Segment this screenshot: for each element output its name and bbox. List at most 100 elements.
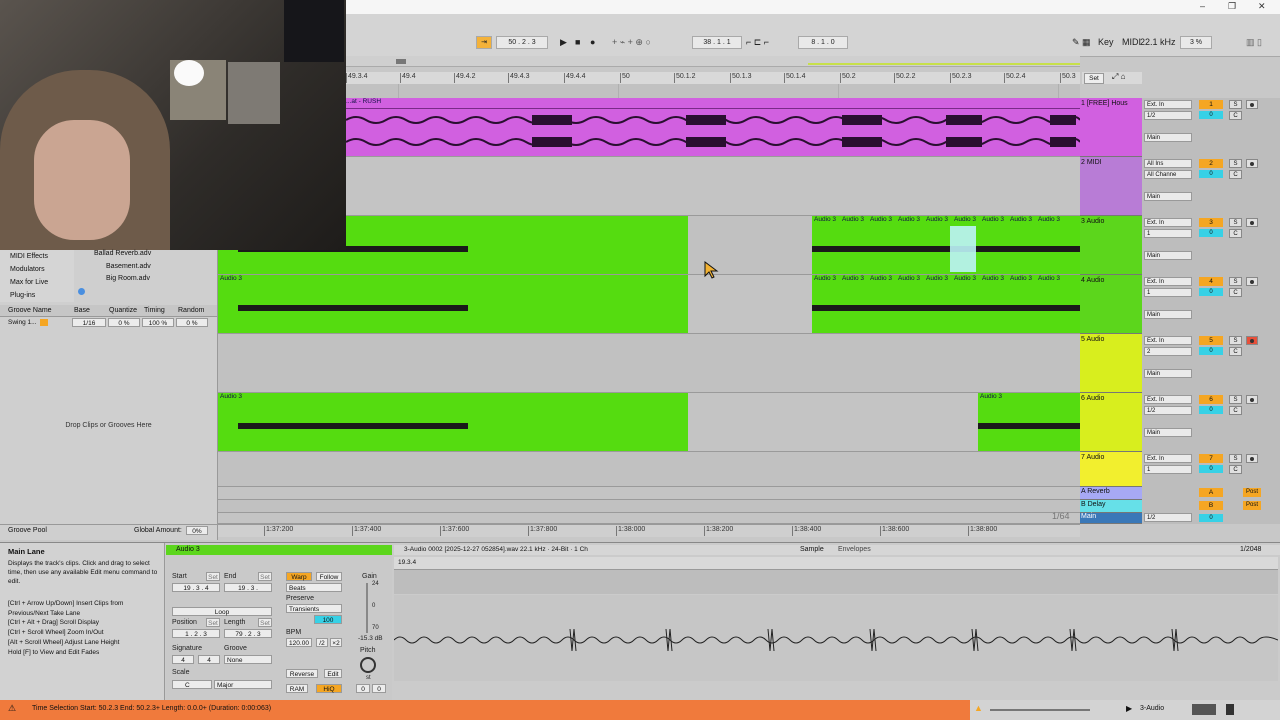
- return-lane-b[interactable]: [218, 500, 1080, 513]
- track-activator[interactable]: 1: [1199, 100, 1223, 109]
- loop-button[interactable]: Loop: [172, 607, 272, 616]
- audio-clip[interactable]: Audio 3: [218, 275, 688, 333]
- pan-field[interactable]: C: [1229, 170, 1242, 179]
- clip-title-bar[interactable]: Audio 3: [166, 545, 392, 555]
- hiq-button[interactable]: HiQ: [316, 684, 342, 693]
- input-channel-select[interactable]: 1: [1144, 465, 1192, 474]
- return-activator-a[interactable]: A: [1199, 488, 1223, 497]
- arrangement-position[interactable]: 50 . 2 . 3: [496, 36, 548, 49]
- input-channel-select[interactable]: All Channe: [1144, 170, 1192, 179]
- punch-icon[interactable]: ⌐ ⊏ ⌐: [746, 37, 769, 48]
- gain-slider[interactable]: [366, 583, 368, 633]
- solo-button[interactable]: S: [1229, 395, 1242, 404]
- track-header-5[interactable]: 5 Audio: [1080, 334, 1142, 393]
- close-button[interactable]: ✕: [1258, 1, 1266, 12]
- main-output-select[interactable]: 1/2: [1144, 513, 1192, 522]
- bpm-field[interactable]: 120.00: [286, 638, 312, 647]
- arm-button[interactable]: [1246, 454, 1258, 463]
- track-name[interactable]: 2 MIDI: [1081, 159, 1102, 166]
- double-tempo-button[interactable]: ×2: [330, 638, 342, 647]
- solo-button[interactable]: S: [1229, 100, 1242, 109]
- signature-numerator[interactable]: 4: [172, 655, 194, 664]
- pan-field[interactable]: C: [1229, 465, 1242, 474]
- end-field[interactable]: 19 . 3 .: [224, 583, 272, 592]
- preset-item[interactable]: Ballad Reverb.adv: [94, 250, 151, 257]
- audio-clip[interactable]: Audio 3: [218, 393, 688, 451]
- preserve-select[interactable]: Transients: [286, 604, 342, 613]
- track-activator[interactable]: 4: [1199, 277, 1223, 286]
- clip-name[interactable]: Audio 3: [176, 546, 200, 553]
- loop-length-field[interactable]: 8 . 1 . 0: [798, 36, 848, 49]
- track-header-7[interactable]: 7 Audio: [1080, 452, 1142, 487]
- track-header-3[interactable]: 3 Audio: [1080, 216, 1142, 275]
- groove-base[interactable]: 1/16: [72, 318, 106, 327]
- track-activator[interactable]: 3: [1199, 218, 1223, 227]
- ram-button[interactable]: RAM: [286, 684, 308, 693]
- groove-drop-zone[interactable]: Drop Clips or Grooves Here: [0, 422, 217, 429]
- audio-clip[interactable]: Audio 3 Audio 3 Audio 3 Audio 3 Audio 3 …: [812, 275, 1080, 333]
- input-channel-select[interactable]: 1: [1144, 288, 1192, 297]
- record-icon[interactable]: ●: [590, 37, 595, 48]
- output-select[interactable]: Main: [1144, 369, 1192, 378]
- pitch-semitones[interactable]: 0: [356, 684, 370, 693]
- length-field[interactable]: 79 . 2 . 3: [224, 629, 272, 638]
- half-tempo-button[interactable]: /2: [316, 638, 328, 647]
- track-name[interactable]: 5 Audio: [1081, 336, 1104, 343]
- zoom-slider[interactable]: [990, 709, 1090, 711]
- groove-random[interactable]: 0 %: [176, 318, 208, 327]
- preset-item[interactable]: Basement.adv: [106, 263, 151, 270]
- output-select[interactable]: Main: [1144, 133, 1192, 142]
- track-lane-3[interactable]: Audio 3 Audio 3 Audio 3 Audio 3 Audio 3 …: [218, 216, 1080, 275]
- track-lane-4[interactable]: Audio 3 Audio 3 Audio 3 Audio 3 Audio 3 …: [218, 275, 1080, 334]
- audio-clip[interactable]: Audio 3: [978, 393, 1080, 451]
- groove-row[interactable]: Swing 1... 1/16 0 % 100 % 0 %: [0, 317, 217, 328]
- volume-field[interactable]: 0: [1199, 229, 1223, 237]
- audio-clip[interactable]: Audio 3 Audio 3 Audio 3 Audio 3 Audio 3 …: [812, 216, 1080, 274]
- arm-button[interactable]: [1246, 100, 1258, 109]
- track-name[interactable]: B Delay: [1081, 501, 1106, 508]
- track-name[interactable]: A Reverb: [1081, 488, 1110, 495]
- volume-field[interactable]: 0: [1199, 347, 1223, 355]
- category-modulators[interactable]: Modulators: [10, 266, 45, 273]
- restore-button[interactable]: ❐: [1228, 1, 1236, 12]
- input-type-select[interactable]: Ext. In: [1144, 454, 1192, 463]
- stop-icon[interactable]: ■: [575, 37, 580, 48]
- track-header-2[interactable]: 2 MIDI: [1080, 157, 1142, 216]
- volume-field[interactable]: 0: [1199, 111, 1223, 119]
- loop-percent-field[interactable]: 100: [314, 615, 342, 624]
- play-icon[interactable]: ▶: [560, 37, 567, 48]
- position-set-button[interactable]: Set: [206, 618, 220, 627]
- pan-field[interactable]: C: [1229, 288, 1242, 297]
- track-name[interactable]: 3 Audio: [1081, 218, 1104, 225]
- follow-button-clip[interactable]: Follow: [316, 572, 342, 581]
- track-header-4[interactable]: 4 Audio: [1080, 275, 1142, 334]
- view-toggle-icon[interactable]: [1226, 704, 1234, 715]
- pan-field[interactable]: C: [1229, 347, 1242, 356]
- groove-select[interactable]: None: [224, 655, 272, 664]
- track-name[interactable]: 6 Audio: [1081, 395, 1104, 402]
- play-icon[interactable]: ▶: [1126, 704, 1132, 713]
- position-field[interactable]: 1 . 2 . 3: [172, 629, 220, 638]
- scale-mode-select[interactable]: Major: [214, 680, 272, 689]
- return-send-a[interactable]: Post: [1243, 488, 1261, 497]
- track-name[interactable]: 1 [FREE] Hous: [1081, 100, 1128, 107]
- track-lane-5[interactable]: [218, 334, 1080, 393]
- set-locator-button[interactable]: Set: [1084, 73, 1104, 84]
- input-type-select[interactable]: All Ins: [1144, 159, 1192, 168]
- output-select[interactable]: Main: [1144, 310, 1192, 319]
- input-type-select[interactable]: Ext. In: [1144, 218, 1192, 227]
- solo-button[interactable]: S: [1229, 277, 1242, 286]
- solo-button[interactable]: S: [1229, 336, 1242, 345]
- input-channel-select[interactable]: 1: [1144, 229, 1192, 238]
- track-activator[interactable]: 6: [1199, 395, 1223, 404]
- volume-field[interactable]: 0: [1199, 465, 1223, 473]
- output-select[interactable]: Main: [1144, 192, 1192, 201]
- minimize-button[interactable]: –: [1200, 1, 1205, 11]
- output-select[interactable]: Main: [1144, 251, 1192, 260]
- solo-button[interactable]: S: [1229, 218, 1242, 227]
- loop-start-field[interactable]: 38 . 1 . 1: [692, 36, 742, 49]
- groove-quantize[interactable]: 0 %: [108, 318, 140, 327]
- sample-waveform-display[interactable]: [394, 595, 1278, 681]
- track-activator[interactable]: 2: [1199, 159, 1223, 168]
- arm-button[interactable]: [1246, 395, 1258, 404]
